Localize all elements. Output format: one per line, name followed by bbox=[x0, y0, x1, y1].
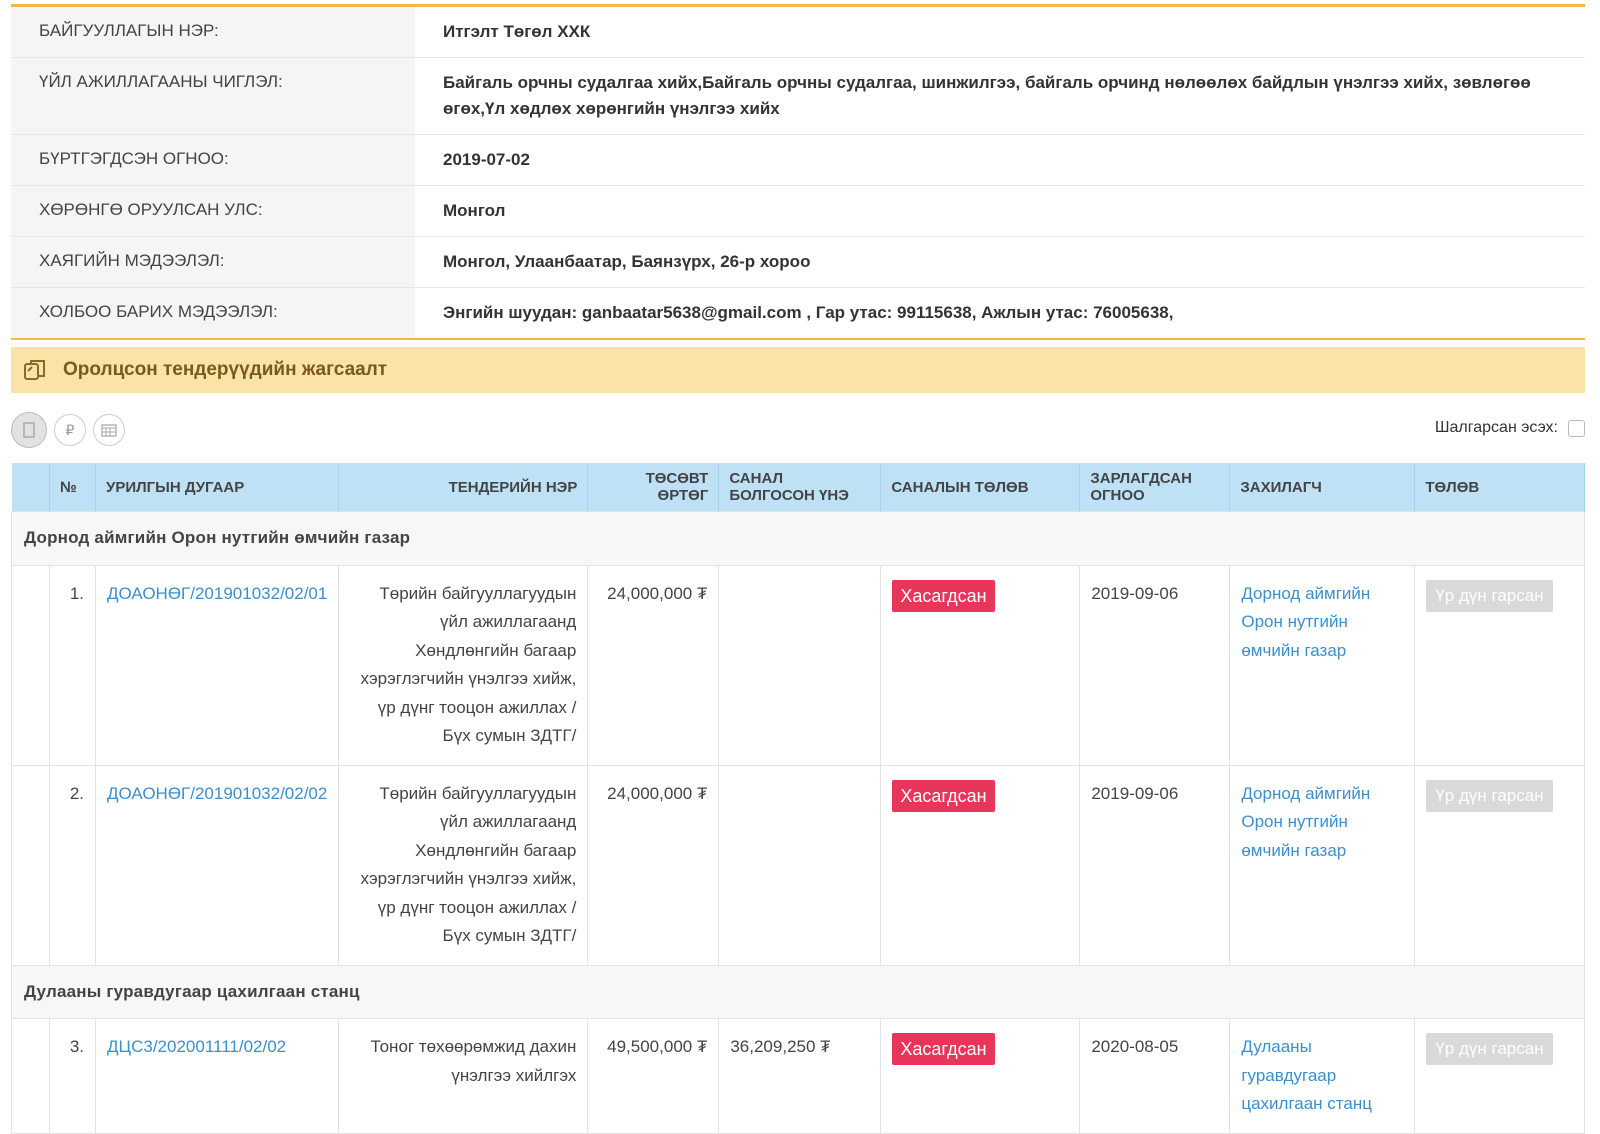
budget: 24,000,000 ₮ bbox=[587, 564, 720, 766]
invitation-code-link[interactable]: ДОАОНӨГ/201901032/02/02 bbox=[107, 784, 327, 803]
budget: 24,000,000 ₮ bbox=[587, 764, 720, 966]
currency-icon[interactable]: ₽ bbox=[54, 414, 86, 446]
calendar-icon[interactable] bbox=[93, 414, 125, 446]
selected-filter: Шалгарсан эсэх: bbox=[1435, 419, 1585, 437]
info-label: ХӨРӨНГӨ ОРУУЛСАН УЛС: bbox=[11, 186, 415, 236]
header-announced-date[interactable]: ЗАРЛАГДСАН ОГНОО bbox=[1079, 463, 1231, 512]
section-title: Оролцсон тендерүүдийн жагсаалт bbox=[63, 359, 388, 380]
info-row-address: ХАЯГИЙН МЭДЭЭЛЭЛ: Монгол, Улаанбаатар, Б… bbox=[11, 237, 1585, 288]
row-spacer bbox=[11, 764, 50, 966]
info-row-country: ХӨРӨНГӨ ОРУУЛСАН УЛС: Монгол bbox=[11, 186, 1585, 237]
table-row: 1. ДОАОНӨГ/201901032/02/01 Төрийн байгуу… bbox=[11, 564, 1585, 766]
status-badge: Хасагдсан bbox=[892, 779, 995, 812]
tender-name: Тоног төхөөрөмжид дахин үнэлгээ хийлгэх bbox=[338, 1018, 589, 1134]
group-row: Дорнод аймгийн Орон нутгийн өмчийн газар bbox=[11, 511, 1585, 566]
info-label: БҮРТГЭГДСЭН ОГНОО: bbox=[11, 135, 415, 185]
status-badge: Хасагдсан bbox=[892, 1033, 995, 1065]
copy-icon bbox=[21, 356, 49, 384]
tenders-section-header: Оролцсон тендерүүдийн жагсаалт bbox=[11, 347, 1585, 393]
row-number: 1. bbox=[49, 564, 96, 766]
budget: 49,500,000 ₮ bbox=[587, 1018, 720, 1134]
view-toolbar: ₽ bbox=[11, 412, 125, 448]
info-row-name: БАЙГУУЛЛАГЫН НЭР: Итгэлт Төгөл ХХК bbox=[11, 7, 1585, 58]
info-row-activity: ҮЙЛ АЖИЛЛАГААНЫ ЧИГЛЭЛ: Байгаль орчны су… bbox=[11, 58, 1585, 135]
announced-date: 2019-09-06 bbox=[1079, 564, 1231, 766]
info-label: ХОЛБОО БАРИХ МЭДЭЭЛЭЛ: bbox=[11, 288, 415, 338]
tender-name: Төрийн байгууллагуудын үйл ажиллагаанд Х… bbox=[338, 564, 589, 766]
info-value: Байгаль орчны судалгаа хийх,Байгаль орчн… bbox=[443, 73, 1531, 118]
table-row: 2. ДОАОНӨГ/201901032/02/02 Төрийн байгуу… bbox=[11, 764, 1585, 966]
header-client[interactable]: ЗАХИЛАГЧ bbox=[1229, 463, 1416, 512]
row-number: 2. bbox=[49, 764, 96, 966]
group-name: Дорнод аймгийн Орон нутгийн өмчийн газар bbox=[11, 511, 1585, 566]
group-row: Дулааны гуравдугаар цахилгаан станц bbox=[11, 964, 1585, 1019]
header-state[interactable]: ТӨЛӨВ bbox=[1414, 463, 1585, 512]
header-offer-price[interactable]: САНАЛ БОЛГОСОН ҮНЭ bbox=[718, 463, 882, 512]
tender-name: Төрийн байгууллагуудын үйл ажиллагаанд Х… bbox=[338, 764, 589, 966]
header-tender-name[interactable]: ТЕНДЕРИЙН НЭР bbox=[338, 463, 589, 512]
header-blank bbox=[11, 463, 50, 512]
info-label: БАЙГУУЛЛАГЫН НЭР: bbox=[11, 7, 415, 57]
invitation-code-link[interactable]: ДОАОНӨГ/201901032/02/01 bbox=[107, 584, 327, 603]
client-link[interactable]: Дорнод аймгийн Орон нутгийн өмчийн газар bbox=[1241, 784, 1370, 860]
organization-info-table: БАЙГУУЛЛАГЫН НЭР: Итгэлт Төгөл ХХК ҮЙЛ А… bbox=[11, 4, 1585, 340]
result-button[interactable]: Үр дүн гарсан bbox=[1426, 579, 1553, 612]
offer-price bbox=[718, 564, 882, 766]
table-row: 3. ДЦС3/202001111/02/02 Тоног төхөөрөмжи… bbox=[11, 1018, 1585, 1134]
info-value: Монгол, Улаанбаатар, Баянзүрх, 26-р хоро… bbox=[443, 252, 811, 271]
offer-price: 36,209,250 ₮ bbox=[718, 1018, 882, 1134]
header-budget[interactable]: ТӨСӨВТ ӨРТӨГ bbox=[587, 463, 720, 512]
header-number[interactable]: № bbox=[49, 463, 96, 512]
announced-date: 2019-09-06 bbox=[1079, 764, 1231, 966]
info-value: Итгэлт Төгөл ХХК bbox=[443, 22, 591, 41]
client-link[interactable]: Дулааны гуравдугаар цахилгаан станц bbox=[1241, 1037, 1372, 1113]
info-value: Энгийн шуудан: ganbaatar5638@gmail.com ,… bbox=[443, 303, 1174, 322]
info-label: ҮЙЛ АЖИЛЛАГААНЫ ЧИГЛЭЛ: bbox=[11, 58, 415, 134]
group-name: Дулааны гуравдугаар цахилгаан станц bbox=[11, 964, 1585, 1019]
result-button[interactable]: Үр дүн гарсан bbox=[1426, 1033, 1553, 1065]
status-badge: Хасагдсан bbox=[892, 579, 995, 612]
invitation-code-link[interactable]: ДЦС3/202001111/02/02 bbox=[107, 1037, 286, 1056]
row-number: 3. bbox=[49, 1018, 96, 1134]
info-value: Монгол bbox=[443, 201, 506, 220]
row-spacer bbox=[11, 564, 50, 766]
info-label: ХАЯГИЙН МЭДЭЭЛЭЛ: bbox=[11, 237, 415, 287]
table-header-row: № УРИЛГЫН ДУГААР ТЕНДЕРИЙН НЭР ТӨСӨВТ ӨР… bbox=[11, 463, 1585, 512]
selected-checkbox[interactable] bbox=[1568, 419, 1585, 437]
building-icon[interactable] bbox=[11, 412, 47, 448]
announced-date: 2020-08-05 bbox=[1079, 1018, 1231, 1134]
info-value: 2019-07-02 bbox=[443, 150, 530, 169]
header-invitation-code[interactable]: УРИЛГЫН ДУГААР bbox=[95, 463, 340, 512]
info-row-contact: ХОЛБОО БАРИХ МЭДЭЭЛЭЛ: Энгийн шуудан: ga… bbox=[11, 288, 1585, 338]
header-offer-status[interactable]: САНАЛЫН ТӨЛӨВ bbox=[880, 463, 1081, 512]
info-row-registered-date: БҮРТГЭГДСЭН ОГНОО: 2019-07-02 bbox=[11, 135, 1585, 186]
tenders-table: № УРИЛГЫН ДУГААР ТЕНДЕРИЙН НЭР ТӨСӨВТ ӨР… bbox=[11, 463, 1585, 1134]
result-button[interactable]: Үр дүн гарсан bbox=[1426, 779, 1553, 812]
client-link[interactable]: Дорнод аймгийн Орон нутгийн өмчийн газар bbox=[1241, 584, 1370, 660]
row-spacer bbox=[11, 1018, 50, 1134]
filter-label: Шалгарсан эсэх: bbox=[1434, 419, 1558, 436]
offer-price bbox=[718, 764, 882, 966]
